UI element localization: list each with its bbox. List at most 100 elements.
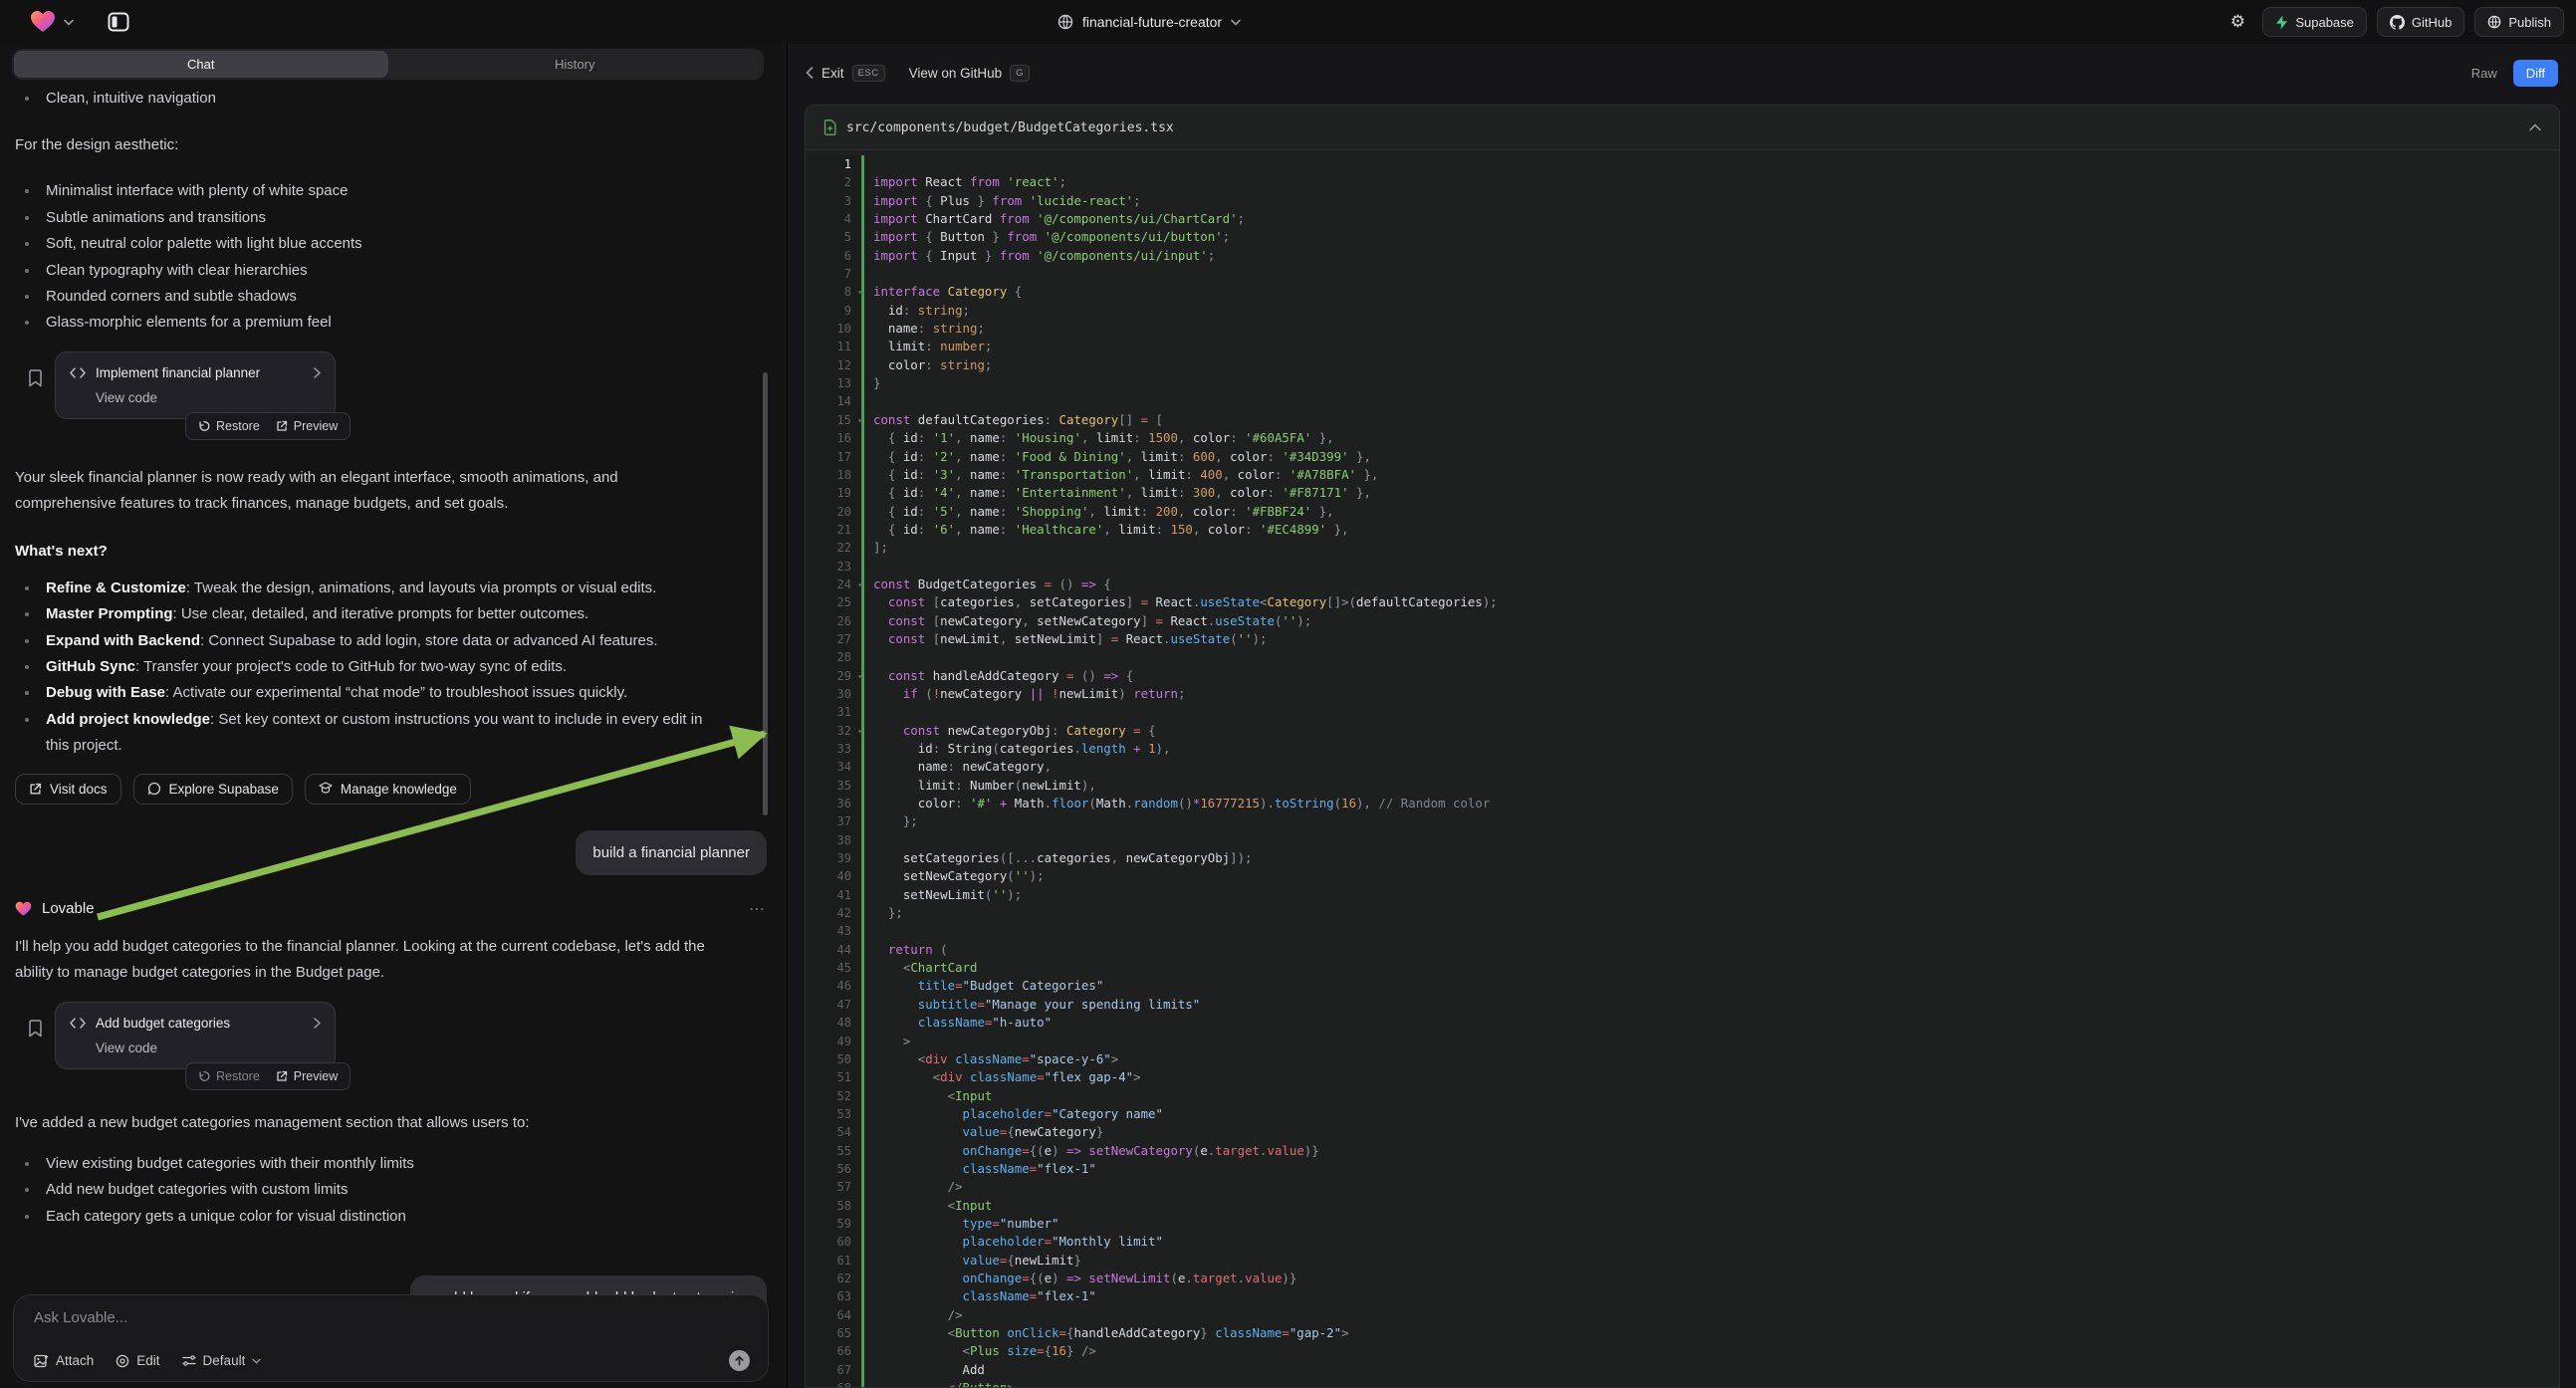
fold-chevron-icon[interactable]: ▾	[857, 284, 862, 302]
assistant-name: Lovable	[42, 900, 95, 917]
code-line: 23	[806, 558, 2559, 576]
fold-chevron-icon[interactable]: ▾	[857, 668, 862, 686]
code-line: 26 const [newCategory, setNewCategory] =…	[806, 612, 2559, 630]
whats-next-heading: What's next?	[15, 539, 722, 565]
code-line: 20 { id: '5', name: 'Shopping', limit: 2…	[806, 503, 2559, 521]
chat-panel: Chat History Clean, intuitive navigation…	[0, 44, 787, 1388]
fold-chevron-icon[interactable]: ▾	[857, 723, 862, 741]
code-line: 14	[806, 392, 2559, 410]
code-panel: Exit ESC View on GitHub G Raw Diff src/c…	[787, 44, 2576, 1388]
publish-globe-icon	[2487, 15, 2501, 29]
project-title[interactable]: financial-future-creator	[1082, 14, 1222, 30]
project-chevron-down-icon[interactable]	[1231, 19, 1241, 26]
code-line: 49 >	[806, 1033, 2559, 1050]
code-line: 33 id: String(categories.length + 1),	[806, 740, 2559, 758]
bullet-item: Soft, neutral color palette with light b…	[15, 231, 717, 257]
file-header[interactable]: src/components/budget/BudgetCategories.t…	[806, 106, 2559, 150]
mode-selector[interactable]: Default	[182, 1353, 262, 1368]
code-line: 31	[806, 703, 2559, 721]
bullet-item: Master Prompting: Use clear, detailed, a…	[15, 601, 717, 627]
github-icon	[2390, 15, 2405, 30]
code-line: 16 { id: '1', name: 'Housing', limit: 15…	[806, 429, 2559, 447]
code-line: 12 color: string;	[806, 356, 2559, 374]
edit-button[interactable]: Edit	[116, 1353, 159, 1368]
intro-bullet-list: Clean, intuitive navigation	[15, 86, 767, 112]
restore-preview-pill: Restore Preview	[185, 412, 351, 440]
exit-button[interactable]: Exit ESC	[806, 65, 885, 82]
file-path: src/components/budget/BudgetCategories.t…	[846, 120, 1174, 135]
lovable-heart-icon	[15, 901, 32, 917]
code-line: 15▾const defaultCategories: Category[] =…	[806, 411, 2559, 429]
code-line: 30 if (!newCategory || !newLimit) return…	[806, 685, 2559, 703]
send-button[interactable]	[729, 1350, 750, 1371]
explore-supabase-button[interactable]: Explore Supabase	[133, 774, 293, 805]
file-added-icon	[823, 119, 836, 135]
restore-button[interactable]: Restore	[192, 417, 266, 435]
message-menu-icon[interactable]: ⋯	[749, 899, 767, 919]
visit-docs-button[interactable]: Visit docs	[15, 774, 121, 805]
code-line: 58 <Input	[806, 1197, 2559, 1215]
view-code-link[interactable]: View code	[96, 390, 321, 405]
github-button[interactable]: GitHub	[2377, 7, 2464, 37]
fold-chevron-icon[interactable]: ▾	[857, 412, 862, 430]
bullet-item: Minimalist interface with plenty of whit…	[15, 178, 717, 204]
version-card-add-budget-categories[interactable]: Add budget categories View code	[55, 1002, 336, 1069]
bookmark-icon[interactable]	[28, 369, 43, 387]
code-line: 45 <ChartCard	[806, 959, 2559, 977]
chevron-right-icon	[314, 367, 321, 378]
bullet-item: GitHub Sync: Transfer your project's cod…	[15, 654, 717, 680]
code-line: 47 subtitle="Manage your spending limits…	[806, 996, 2559, 1014]
fold-chevron-icon[interactable]: ▾	[857, 577, 862, 594]
diff-added-bar	[861, 922, 864, 940]
supabase-button[interactable]: Supabase	[2262, 7, 2367, 37]
diff-added-bar	[861, 831, 864, 849]
project-globe-icon	[1057, 14, 1073, 30]
code-line: 25 const [categories, setCategories] = R…	[806, 593, 2559, 611]
diff-toggle[interactable]: Diff	[2513, 60, 2558, 87]
bullet-item: Refine & Customize: Tweak the design, an…	[15, 576, 717, 601]
bullet-item: View existing budget categories with the…	[15, 1151, 717, 1177]
code-line: 34 name: newCategory,	[806, 758, 2559, 776]
code-line: 62 onChange={(e) => setNewLimit(e.target…	[806, 1270, 2559, 1287]
bullet-item: Rounded corners and subtle shadows	[15, 284, 717, 310]
attach-button[interactable]: Attach	[34, 1353, 94, 1368]
sidebar-toggle-icon[interactable]	[104, 7, 133, 37]
bullet-item: Add new budget categories with custom li…	[15, 1177, 717, 1203]
code-line: 43	[806, 922, 2559, 940]
bookmark-icon[interactable]	[28, 1020, 43, 1038]
bullet-item: Debug with Ease: Activate our experiment…	[15, 680, 717, 706]
preview-button[interactable]: Preview	[270, 1067, 344, 1085]
preview-button[interactable]: Preview	[270, 417, 344, 435]
code-line: 56 className="flex-1"	[806, 1160, 2559, 1178]
chat-input[interactable]	[34, 1309, 731, 1333]
view-code-link[interactable]: View code	[96, 1041, 321, 1055]
publish-button[interactable]: Publish	[2474, 7, 2564, 37]
top-bar: financial-future-creator ⚙ Supabase GitH…	[0, 0, 2576, 44]
assistant-paragraph: Your sleek financial planner is now read…	[15, 465, 722, 517]
restore-button[interactable]: Restore	[192, 1067, 266, 1085]
code-editor: 12import React from 'react';3import { Pl…	[806, 151, 2559, 1387]
settings-gear-icon[interactable]: ⚙	[2223, 7, 2252, 37]
code-line: 51 <div className="flex gap-4">	[806, 1068, 2559, 1086]
diff-added-bar	[861, 155, 864, 173]
code-line: 65 <Button onClick={handleAddCategory} c…	[806, 1324, 2559, 1342]
bullet-item: Each category gets a unique color for vi…	[15, 1204, 717, 1230]
chat-scrollbar-thumb[interactable]	[763, 372, 768, 815]
tab-history[interactable]: History	[388, 51, 763, 78]
logo-chevron-down-icon[interactable]	[64, 19, 74, 26]
version-card-title: Add budget categories	[96, 1016, 304, 1031]
bullet-item: Glass-morphic elements for a premium fee…	[15, 310, 717, 336]
tab-chat[interactable]: Chat	[14, 51, 388, 78]
bullet-item: Add project knowledge: Set key context o…	[15, 707, 717, 760]
view-on-github-button[interactable]: View on GitHub G	[909, 65, 1030, 82]
diff-added-bar	[861, 392, 864, 410]
raw-toggle[interactable]: Raw	[2463, 60, 2505, 87]
collapse-chevron-up-icon[interactable]	[2529, 123, 2541, 131]
manage-knowledge-button[interactable]: Manage knowledge	[305, 774, 471, 805]
code-line: 68 </Button>	[806, 1379, 2559, 1387]
code-line: 22];	[806, 539, 2559, 557]
version-card-implement-financial-planner[interactable]: Implement financial planner View code	[55, 351, 336, 419]
bullet-item: Clean typography with clear hierarchies	[15, 258, 717, 284]
code-line: 8▾interface Category {	[806, 283, 2559, 301]
lovable-logo-icon[interactable]	[30, 10, 56, 34]
